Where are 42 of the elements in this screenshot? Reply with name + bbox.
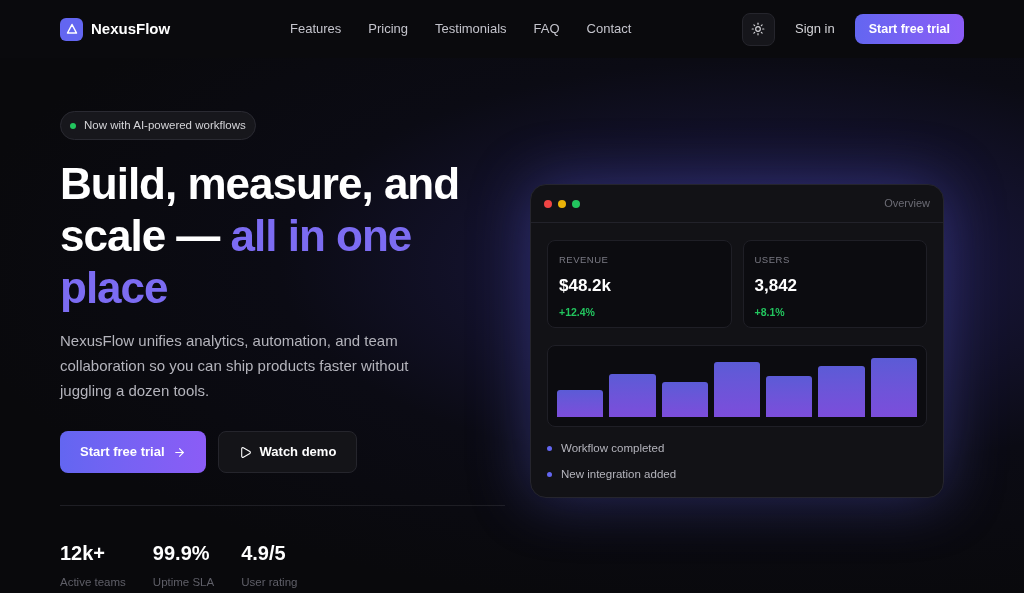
play-icon [238,445,252,459]
stat-value: 4.9/5 [241,541,287,566]
activity-item: Workflow completed [561,441,665,456]
hero-headline: Build, measure, and scale — all in one place [60,158,461,314]
arrow-right-icon [172,445,186,459]
stat-label: Uptime SLA [152,575,215,590]
nav-link[interactable]: Testimonials [435,19,507,39]
theme-toggle-button[interactable] [741,12,775,46]
chart-bar [557,389,604,417]
logo-icon [60,17,83,41]
start-trial-button[interactable]: Start free trial [854,14,964,44]
sun-icon [751,22,766,36]
bullet-icon [547,472,552,478]
hero-description: NexusFlow unifies analytics, automation, and team collaboration so you can ship products faster without juggling a dozen tools. [60,331,410,401]
overview-label: Overview [884,196,930,212]
metric-value: 3,842 [754,275,799,298]
stat-value: 99.9% [152,541,211,566]
sign-in-link[interactable]: Sign in [794,19,835,39]
nav-link[interactable]: Features [290,19,342,39]
chart-bar [766,376,813,417]
nav-link[interactable]: FAQ [533,19,560,39]
chart-bar [609,373,656,417]
metric-label: REVENUE [559,253,610,267]
chart-bar [661,381,708,417]
stat-label: User rating [241,575,298,590]
stat-label: Active teams [60,575,126,590]
watch-demo-button[interactable]: Watch demo [217,431,358,473]
bullet-icon [547,446,552,452]
metric-value: $48.2k [559,275,612,298]
chart-bar [713,362,761,417]
metric-label: USERS [754,253,791,267]
metric-change: +8.1% [754,304,786,320]
brand-name: NexusFlow [91,18,171,39]
announcement-badge: Now with AI-powered workflows [60,111,256,140]
chart-bar [870,357,917,417]
metric-change: +12.4% [559,304,596,320]
nav-link[interactable]: Pricing [368,19,409,39]
start-trial-button[interactable]: Start free trial [60,431,206,473]
stat-value: 12k+ [60,541,107,566]
activity-item: New integration added [561,467,677,483]
chart-bar [818,366,865,417]
nav-link[interactable]: Contact [586,19,632,39]
